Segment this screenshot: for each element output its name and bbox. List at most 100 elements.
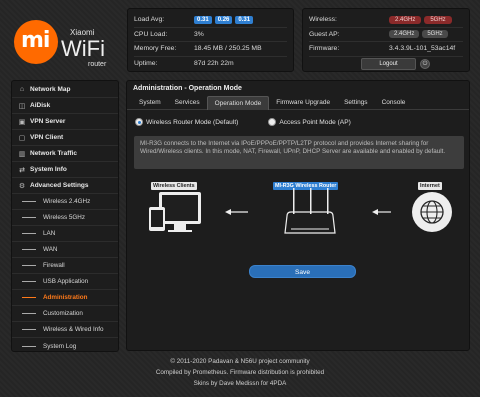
sidebar-item-label: AiDisk — [30, 102, 51, 109]
firmware-row: Firmware: 3.4.3.9L-101_53ac14f — [309, 42, 463, 57]
page-title: Administration - Operation Mode — [133, 85, 242, 92]
sidebar-sub-label: Wireless 2.4GHz — [43, 198, 91, 205]
sidebar-sub-system-log[interactable]: System Log — [12, 338, 118, 354]
cpu-label: CPU Load: — [134, 30, 168, 38]
uptime-row: Uptime: 87d 22h 22m — [134, 57, 287, 72]
sidebar-item-label: VPN Client — [30, 134, 64, 141]
tab-firmware-upgrade[interactable]: Firmware Upgrade — [269, 96, 337, 110]
memory-label: Memory Free: — [134, 45, 177, 53]
sidebar-sub-wan[interactable]: WAN — [12, 242, 118, 258]
vpn-server-icon: ▣ — [18, 118, 26, 126]
sidebar-sub-wireless-5[interactable]: Wireless 5GHz — [12, 210, 118, 226]
sidebar-sub-label: System Log — [43, 342, 77, 350]
tab-settings[interactable]: Settings — [337, 96, 375, 110]
sidebar-sub-wireless-wired-info[interactable]: Wireless & Wired Info — [12, 322, 118, 338]
mode-description: MI-R3G connects to the Internet via IPoE… — [134, 136, 464, 169]
wireless-5-badge[interactable]: 5GHz — [424, 15, 452, 24]
tab-operation-mode[interactable]: Operation Mode — [206, 96, 270, 110]
traffic-icon: ▥ — [18, 150, 26, 158]
logo-mi: mi — [21, 28, 50, 53]
sidebar-sub-label: LAN — [43, 230, 56, 237]
guest-label: Guest AP: — [309, 30, 340, 38]
sidebar-sub-wireless-24[interactable]: Wireless 2.4GHz — [12, 194, 118, 210]
logout-row: Logout ⏻ — [309, 57, 463, 72]
main-panel: Administration - Operation Mode System S… — [126, 80, 470, 351]
sidebar-item-advanced-settings[interactable]: ⚙ Advanced Settings — [12, 178, 118, 194]
sidebar-item-network-map[interactable]: ⌂ Network Map — [12, 82, 118, 98]
ap-mode-label[interactable]: Access Point Mode (AP) — [279, 119, 350, 126]
sidebar-sub-label: Administration — [43, 294, 88, 301]
sidebar-sub-firewall[interactable]: Firewall — [12, 258, 118, 274]
guest-24-badge[interactable]: 2.4GHz — [389, 30, 420, 39]
sidebar-sub-label: Firewall — [43, 262, 65, 269]
cpu-row: CPU Load: 3% — [134, 28, 287, 42]
wireless-label: Wireless: — [309, 16, 337, 24]
logo-product: WiFi — [61, 36, 105, 61]
wireless-24-badge[interactable]: 2.4GHz — [389, 15, 422, 24]
save-button[interactable]: Save — [249, 265, 356, 278]
footer-compiled: Compiled by Prometheus. Firmware distrib… — [155, 369, 325, 376]
sidebar-sub-lan[interactable]: LAN — [12, 226, 118, 242]
sidebar-item-aidisk[interactable]: ◫ AiDisk — [12, 98, 118, 114]
guest-5-badge[interactable]: 5GHz — [422, 30, 448, 39]
sidebar-sub-administration[interactable]: Administration — [12, 290, 118, 306]
tab-services[interactable]: Services — [168, 96, 207, 110]
tab-console[interactable]: Console — [375, 96, 413, 110]
logo: mi Xiaomi WiFi router — [12, 14, 108, 68]
network-panel: Wireless: 2.4GHz 5GHz Guest AP: 2.4GHz 5… — [302, 8, 470, 72]
sidebar-sub-label: Customization — [43, 310, 83, 317]
gear-icon: ⚙ — [18, 182, 26, 190]
uptime-value: 87d 22h 22m — [194, 60, 234, 68]
router-mode-radio[interactable] — [135, 118, 143, 126]
sidebar-sub-label: WAN — [43, 246, 58, 253]
tab-system[interactable]: System — [132, 96, 168, 110]
vpn-client-icon: ▢ — [18, 134, 26, 142]
footer-skins: Skins by Dave Medissn for 4PDA — [193, 380, 287, 387]
arrow-left-icon — [372, 209, 391, 215]
sidebar-item-label: Network Traffic — [30, 150, 77, 157]
info-icon: ⇄ — [19, 166, 25, 174]
sidebar-item-network-traffic[interactable]: ▥ Network Traffic — [12, 146, 118, 162]
sidebar-sub-label: Wireless 5GHz — [43, 214, 85, 221]
footer-copyright: © 2011-2020 Padavan & N56U project commu… — [170, 358, 310, 365]
sidebar-item-label: Advanced Settings — [30, 182, 89, 189]
load-5min-badge: 0.26 — [214, 15, 233, 24]
sidebar-item-vpn-client[interactable]: ▢ VPN Client — [12, 130, 118, 146]
status-panel: Load Avg: 0.31 0.26 0.31 CPU Load: 3% Me… — [127, 8, 294, 72]
wireless-row: Wireless: 2.4GHz 5GHz — [309, 13, 463, 28]
monitor-icon — [159, 192, 201, 232]
sidebar-item-label: VPN Server — [30, 118, 66, 125]
router-mode-label[interactable]: Wireless Router Mode (Default) — [146, 119, 238, 126]
diagram-graphics — [149, 188, 452, 234]
sidebar-item-vpn-server[interactable]: ▣ VPN Server — [12, 114, 118, 130]
load-15min-badge: 0.31 — [235, 15, 254, 24]
globe-icon — [412, 192, 452, 232]
sidebar-sub-label: USB Application — [43, 278, 89, 285]
guest-row: Guest AP: 2.4GHz 5GHz — [309, 28, 463, 42]
ap-mode-radio[interactable] — [268, 118, 277, 126]
sidebar-sub-customization[interactable]: Customization — [12, 306, 118, 322]
router-icon — [284, 188, 336, 234]
sidebar-sub-label: Wireless & Wired Info — [43, 326, 104, 333]
load-row: Load Avg: 0.31 0.26 0.31 — [134, 13, 287, 28]
memory-value: 18.45 MB / 250.25 MB — [194, 45, 262, 53]
arrow-left-icon — [225, 209, 248, 215]
load-label: Load Avg: — [134, 16, 165, 24]
uptime-label: Uptime: — [134, 60, 158, 68]
sidebar-sub-usb[interactable]: USB Application — [12, 274, 118, 290]
sidebar-item-label: Network Map — [30, 86, 71, 93]
topology-diagram: Wireless Clients MI-R3G Wireless Router … — [127, 177, 471, 272]
disk-icon: ◫ — [18, 102, 26, 110]
tab-bar: System Services Operation Mode Firmware … — [127, 96, 469, 110]
home-icon: ⌂ — [19, 86, 25, 93]
power-icon[interactable]: ⏻ — [420, 58, 430, 69]
load-1min-badge: 0.31 — [194, 15, 212, 24]
logo-sub: router — [88, 61, 107, 68]
memory-row: Memory Free: 18.45 MB / 250.25 MB — [134, 42, 287, 57]
sidebar-item-system-info[interactable]: ⇄ System Info — [12, 162, 118, 178]
phone-icon — [149, 207, 165, 231]
cpu-value: 3% — [194, 30, 204, 38]
firmware-value: 3.4.3.9L-101_53ac14f — [389, 45, 456, 53]
firmware-label: Firmware: — [309, 45, 340, 53]
logout-button[interactable]: Logout — [361, 57, 416, 70]
